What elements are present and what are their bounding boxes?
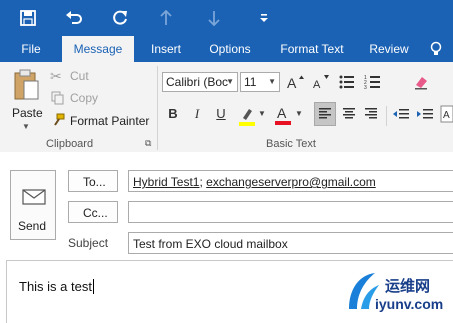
watermark-text-url: iyunv.com — [375, 296, 444, 312]
font-color-swatch — [275, 121, 291, 125]
highlight-color-button[interactable]: ▼ — [237, 105, 267, 127]
recipient-1[interactable]: Hybrid Test1 — [133, 175, 199, 189]
ribbon-tabs: File Message Insert Options Format Text … — [0, 36, 453, 62]
clipboard-group-label: Clipboard — [46, 138, 94, 150]
svg-text:A: A — [443, 110, 450, 121]
cut-label: Cut — [70, 69, 89, 83]
message-body[interactable]: This is a test 运维网 iyunv.com — [6, 260, 453, 323]
customize-icon[interactable] — [252, 6, 276, 30]
cc-label: Cc... — [83, 206, 108, 220]
group-divider — [157, 66, 158, 150]
chevron-down-icon: ▼ — [268, 77, 276, 86]
font-name-dropdown[interactable]: Calibri (Boc ▼ — [162, 72, 238, 92]
align-left-icon — [319, 108, 331, 119]
undo-icon[interactable] — [62, 6, 86, 30]
italic-button[interactable]: I — [188, 105, 206, 123]
font-size-value: 11 — [244, 75, 257, 89]
bullets-icon[interactable] — [338, 73, 356, 91]
bold-button[interactable]: B — [164, 105, 182, 123]
align-center-icon[interactable] — [340, 105, 358, 123]
dialog-launcher-icon[interactable]: ⧉ — [145, 138, 151, 149]
text-cursor — [92, 279, 94, 294]
chevron-down-icon: ▼ — [258, 109, 266, 118]
underline-button[interactable]: U — [212, 105, 230, 123]
styles-icon[interactable]: A — [438, 105, 453, 123]
font-name-value: Calibri (Boc — [166, 75, 229, 89]
subject-label: Subject — [68, 236, 109, 250]
tab-review[interactable]: Review — [362, 36, 416, 62]
subject-value: Test from EXO cloud mailbox — [133, 237, 288, 251]
send-button[interactable]: Send — [10, 170, 56, 240]
highlighter-icon — [239, 109, 255, 126]
font-size-dropdown[interactable]: 11 ▼ — [240, 72, 280, 92]
align-right-icon[interactable] — [362, 105, 380, 123]
font-color-letter: A — [277, 105, 287, 121]
increase-indent-icon[interactable] — [416, 105, 434, 123]
to-label: To... — [83, 175, 106, 189]
clear-formatting-icon[interactable] — [412, 73, 430, 91]
svg-text:A: A — [313, 79, 321, 91]
save-icon[interactable] — [16, 6, 40, 30]
chevron-down-icon: ▼ — [295, 109, 303, 118]
body-text-line: This is a test — [19, 279, 94, 294]
recipient-2[interactable]: exchangeserverpro@gmail.com — [206, 175, 376, 189]
copy-label: Copy — [70, 91, 99, 105]
cc-button[interactable]: Cc... — [68, 201, 118, 223]
paste-icon — [12, 68, 40, 107]
svg-text:3: 3 — [364, 85, 367, 91]
format-painter-label: Format Painter — [70, 114, 150, 128]
divider — [386, 106, 387, 126]
tab-message[interactable]: Message — [62, 36, 134, 62]
align-left-button[interactable] — [314, 102, 336, 126]
send-label: Send — [18, 219, 47, 233]
up-arrow-icon[interactable] — [154, 6, 178, 30]
body-text: This is a test — [19, 279, 92, 294]
shrink-font-icon[interactable]: A — [312, 73, 330, 91]
tab-insert[interactable]: Insert — [140, 36, 192, 62]
paste-label: Paste — [12, 106, 43, 120]
chevron-down-icon: ▼ — [22, 122, 30, 131]
message-header: Send To... Hybrid Test1; exchangeserverp… — [0, 152, 453, 260]
tab-format-text[interactable]: Format Text — [272, 36, 352, 62]
to-field[interactable]: Hybrid Test1; exchangeserverpro@gmail.co… — [128, 170, 453, 192]
tab-options[interactable]: Options — [200, 36, 260, 62]
to-button[interactable]: To... — [68, 170, 118, 192]
subject-field[interactable]: Test from EXO cloud mailbox — [128, 232, 453, 254]
cc-field[interactable] — [128, 201, 453, 223]
format-painter-button[interactable]: Format Painter — [50, 112, 154, 130]
paintbrush-icon — [51, 113, 65, 132]
chevron-down-icon: ▼ — [226, 77, 234, 86]
copy-icon — [51, 91, 65, 110]
numbering-icon[interactable]: 123 — [364, 73, 382, 91]
recipients-text: Hybrid Test1; exchangeserverpro@gmail.co… — [133, 175, 376, 189]
redo-icon[interactable] — [108, 6, 132, 30]
quick-access-toolbar — [0, 0, 453, 36]
lightbulb-icon[interactable] — [424, 36, 448, 62]
grow-font-icon[interactable]: A — [286, 73, 304, 91]
tab-file[interactable]: File — [10, 36, 52, 62]
scissors-icon: ✂ — [50, 68, 62, 84]
decrease-indent-icon[interactable] — [392, 105, 410, 123]
paste-button[interactable]: Paste ▼ — [8, 66, 44, 132]
ribbon: Paste ▼ ✂ Cut Copy Format Painter Clipbo… — [0, 62, 453, 153]
font-color-button[interactable]: A ▼ — [274, 105, 304, 127]
watermark-text-cn: 运维网 — [385, 278, 431, 295]
basic-text-group-label: Basic Text — [266, 138, 316, 150]
send-envelope-icon — [22, 189, 46, 210]
down-arrow-icon[interactable] — [202, 6, 226, 30]
svg-text:A: A — [287, 75, 297, 91]
